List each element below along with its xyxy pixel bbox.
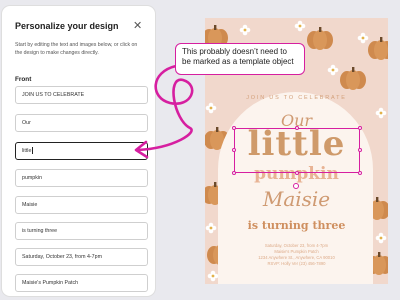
annotation-callout: This probably doesn’t need to be marked … <box>175 43 305 75</box>
